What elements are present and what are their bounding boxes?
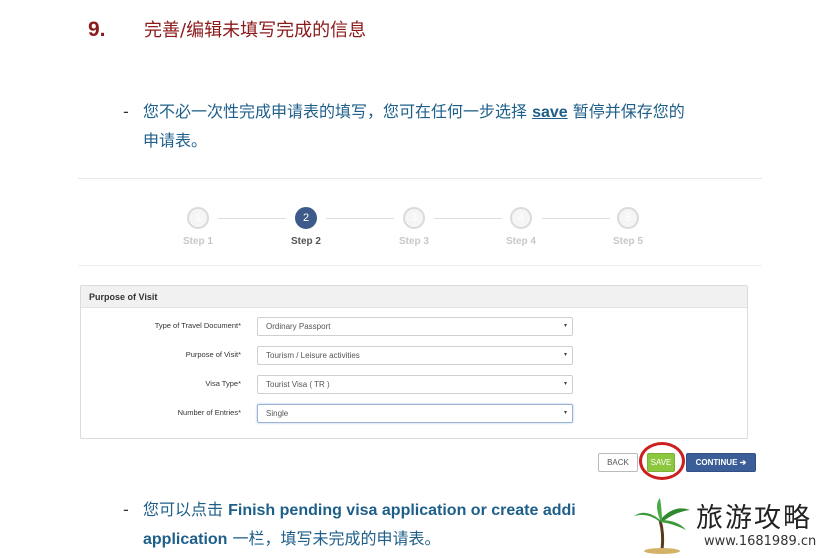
purpose-of-visit-panel: Purpose of Visit Type of Travel Document…: [80, 285, 748, 439]
finish-pending-keyword: Finish pending visa application or creat…: [228, 502, 576, 519]
purpose-of-visit-select[interactable]: Tourism / Leisure activities ▾: [257, 346, 573, 365]
step-4[interactable]: 4 Step 4: [481, 207, 561, 247]
instruction-text-before: 您可以点击: [143, 500, 229, 519]
instruction-text-before: 您不必一次性完成申请表的填写，您可在任何一步选择: [143, 102, 533, 121]
back-button[interactable]: BACK: [598, 453, 638, 472]
instruction-text-after: 暂停并保存您的: [567, 102, 685, 121]
section-title: 完善/编辑未填写完成的信息: [144, 20, 367, 41]
watermark-brand: 旅游攻略: [696, 503, 812, 534]
step-1[interactable]: 1 Step 1: [158, 207, 238, 247]
step-circle-active: 2: [295, 207, 317, 229]
field-label: Type of Travel Document*: [154, 321, 241, 330]
select-value: Single: [266, 409, 289, 418]
step-5[interactable]: 5 Step 5: [588, 207, 668, 247]
instruction-finish-pending: - 您可以点击 Finish pending visa application o…: [123, 496, 576, 554]
step-circle: 5: [617, 207, 639, 229]
save-keyword: save: [532, 104, 568, 121]
purpose-of-visit-row: Purpose of Visit* Tourism / Leisure acti…: [81, 346, 749, 366]
travel-document-select[interactable]: Ordinary Passport ▾: [257, 317, 573, 336]
bullet-dash: -: [123, 102, 129, 121]
step-circle: 1: [187, 207, 209, 229]
select-value: Ordinary Passport: [266, 322, 331, 331]
application-form-screenshot: 1 Step 1 2 Step 2 3 Step 3 4 Step 4 5 St…: [78, 178, 762, 480]
visa-type-row: Visa Type* Tourist Visa ( TR ) ▾: [81, 375, 749, 395]
step-circle: 3: [403, 207, 425, 229]
field-label: Visa Type*: [205, 379, 241, 388]
field-label: Number of Entries*: [177, 408, 241, 417]
field-label: Purpose of Visit*: [185, 350, 241, 359]
section-heading: 9. 完善/编辑未填写完成的信息: [88, 16, 366, 42]
bullet-dash: -: [123, 500, 129, 519]
travel-document-row: Type of Travel Document* Ordinary Passpo…: [81, 317, 749, 337]
dropdown-caret-icon: ▾: [563, 381, 567, 387]
step-circle: 4: [510, 207, 532, 229]
step-label: Step 4: [505, 236, 536, 247]
step-label-active: Step 2: [290, 236, 321, 247]
continue-button[interactable]: CONTINUE ➔: [686, 453, 756, 472]
dropdown-caret-icon: ▾: [563, 323, 567, 329]
number-of-entries-select[interactable]: Single ▾: [257, 404, 573, 423]
instruction-line2: 申请表。: [143, 131, 208, 150]
instruction-save: - 您不必一次性完成申请表的填写，您可在任何一步选择 save 暂停并保存您的 申…: [123, 98, 685, 155]
progress-stepper: 1 Step 1 2 Step 2 3 Step 3 4 Step 4 5 St…: [78, 207, 762, 257]
instruction-line2: application 一栏，填写未完成的申请表。: [123, 525, 576, 554]
number-of-entries-row: Number of Entries* Single ▾: [81, 404, 749, 424]
step-label: Step 1: [182, 236, 213, 247]
dropdown-caret-icon: ▾: [563, 352, 567, 358]
save-highlight-circle: [639, 442, 685, 480]
step-3[interactable]: 3 Step 3: [374, 207, 454, 247]
watermark-url: www.1681989.cn: [704, 534, 817, 549]
step-label: Step 3: [398, 236, 429, 247]
step-2[interactable]: 2 Step 2: [266, 207, 346, 247]
section-divider: [78, 265, 762, 266]
select-value: Tourist Visa ( TR ): [266, 380, 330, 389]
visa-type-select[interactable]: Tourist Visa ( TR ) ▾: [257, 375, 573, 394]
site-watermark: 旅游攻略 www.1681989.cn: [628, 494, 834, 556]
select-value: Tourism / Leisure activities: [266, 351, 360, 360]
section-number: 9.: [88, 18, 106, 41]
dropdown-caret-icon: ▾: [563, 410, 567, 416]
finish-pending-keyword-cont: application: [143, 531, 228, 548]
tutorial-page: 9. 完善/编辑未填写完成的信息 - 您不必一次性完成申请表的填写，您可在任何一步…: [0, 0, 836, 558]
step-label: Step 5: [612, 236, 643, 247]
panel-title: Purpose of Visit: [81, 286, 747, 308]
palm-tree-logo-icon: [634, 498, 690, 554]
instruction-text-after: 一栏，填写未完成的申请表。: [227, 529, 441, 548]
